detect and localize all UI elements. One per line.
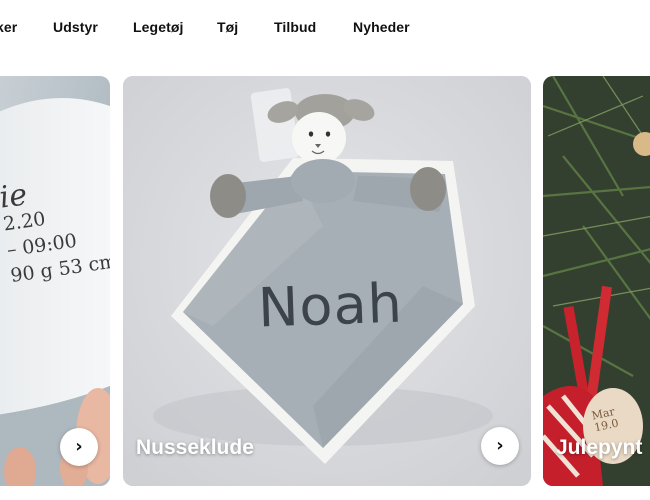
category-card-julepynt[interactable]: Mar 19.0 Julepynt — [543, 76, 650, 486]
tag-text: Mar 19.0 — [590, 405, 620, 435]
nav-item-legetoj[interactable]: Legetøj — [133, 19, 183, 35]
nav-item-tilbud[interactable]: Tilbud — [274, 19, 316, 35]
category-card-nusseklude[interactable]: Noah Nusseklude › — [123, 76, 531, 486]
chevron-right-icon: › — [496, 435, 504, 456]
chevron-right-icon: › — [75, 436, 83, 457]
card-title-julepynt: Julepynt — [556, 436, 643, 459]
nav-item-toj[interactable]: Tøj — [217, 19, 238, 35]
category-card-birth-pillow[interactable]: ie 2.20 – 09:00 90 g 53 cm › — [0, 76, 110, 486]
nav-item-partial[interactable]: ker — [0, 19, 17, 35]
card-title-nusseklude: Nusseklude — [136, 436, 254, 459]
top-navigation: ker Udstyr Legetøj Tøj Tilbud Nyheder — [0, 0, 650, 60]
nav-item-udstyr[interactable]: Udstyr — [53, 19, 98, 35]
card-arrow-button[interactable]: › — [481, 427, 519, 465]
embroidered-name: Noah — [256, 271, 404, 340]
nav-item-nyheder[interactable]: Nyheder — [353, 19, 410, 35]
pillow-text: ie 2.20 – 09:00 90 g 53 cm — [0, 177, 110, 288]
card-arrow-button[interactable]: › — [60, 428, 98, 466]
